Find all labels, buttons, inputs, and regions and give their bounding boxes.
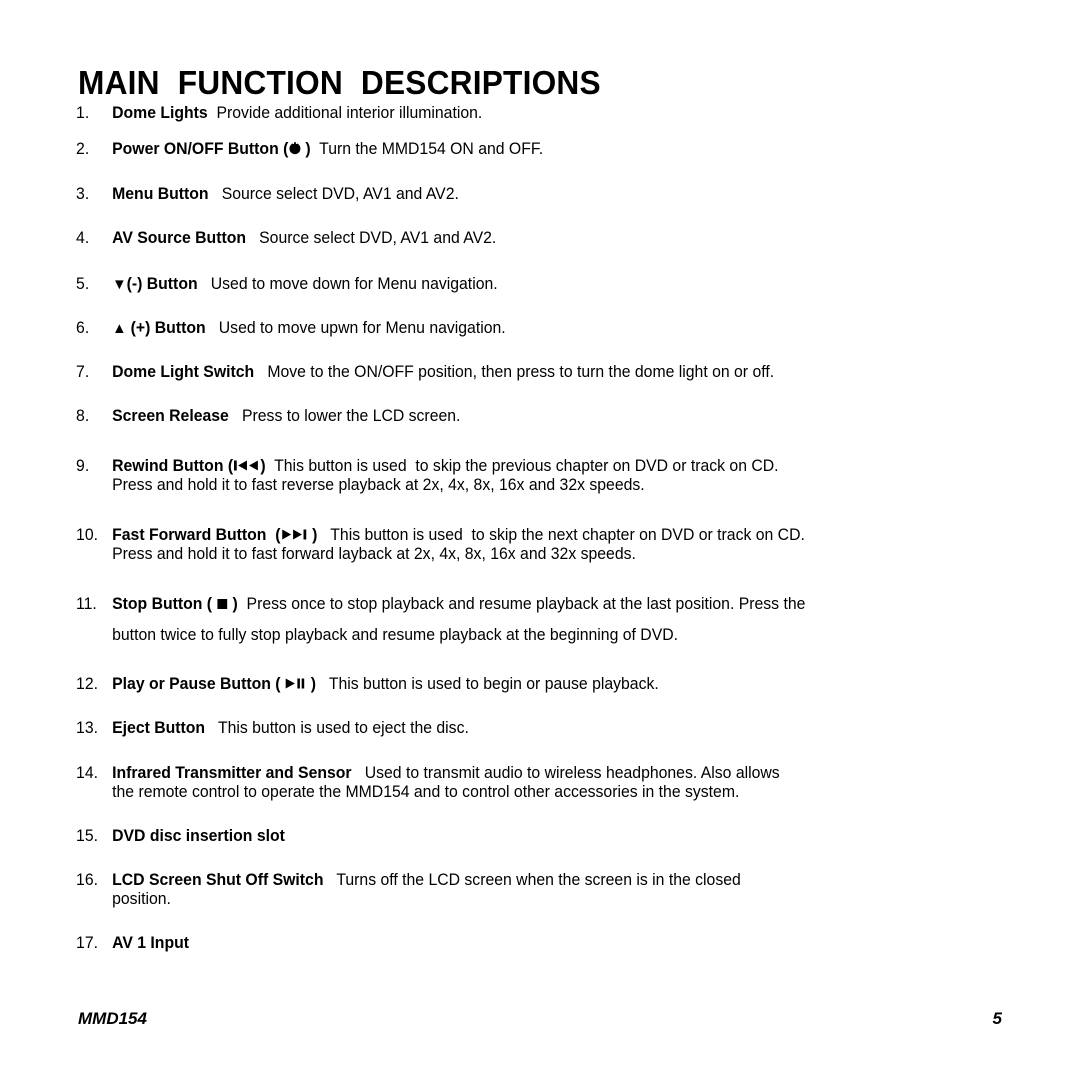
list-item: 4. AV Source Button Source select DVD, A… [0,229,1053,248]
rewind-icon [233,457,260,476]
list-item-label-after: ) [301,140,311,158]
list-item-label: Infrared Transmitter and Sensor [112,764,352,782]
list-item-label: AV 1 Input [112,934,189,952]
list-item: 14. Infrared Transmitter and Sensor Used… [0,764,1053,802]
list-item-number: 15. [76,827,99,845]
fast-forward-icon [280,526,307,545]
list-item-continuation: position. [112,890,171,908]
list-item-description: This button is used to skip the next cha… [317,526,805,544]
function-descriptions-list: 1. Dome Lights Provide additional interi… [0,104,1080,953]
list-item: 15. DVD disc insertion slot [0,827,1053,846]
list-item-description: Turn the MMD154 ON and OFF. [310,140,544,158]
list-item-continuation: button twice to fully stop playback and … [112,626,679,644]
page-title: MAIN FUNCTION DESCRIPTIONS [78,64,601,101]
triangle-up-icon: ▲ [112,320,131,337]
list-item: 1. Dome Lights Provide additional interi… [0,104,1053,123]
list-item-label: Power ON/OFF Button ( [112,140,289,158]
page-footer: MMD154 5 [78,1009,1002,1029]
power-icon [288,140,301,159]
list-item: 10. Fast Forward Button ( ) This button … [0,526,1053,564]
list-item-description: Source select DVD, AV1 and AV2. [208,185,459,203]
list-item-label: Stop Button ( [112,595,217,613]
list-item-label: Dome Lights [112,104,208,122]
list-item-number: 4. [76,229,90,247]
list-item-number: 14. [76,764,99,782]
list-item-description: Source select DVD, AV1 and AV2. [245,229,497,247]
document-page: MAIN FUNCTION DESCRIPTIONS 1. Dome Light… [0,0,1080,1080]
triangle-down-icon: ▼ [112,276,127,293]
list-item-label: (+) Button [130,319,206,337]
footer-page-number: 5 [992,1009,1002,1028]
list-item-description: Used to move upwn for Menu navigation. [205,319,506,337]
list-item-label: Fast Forward Button [112,526,276,544]
list-item-description: Move to the ON/OFF position, then press … [254,363,775,381]
list-item-continuation: Press and hold it to fast forward laybac… [112,545,636,563]
list-item-number: 5. [76,275,90,293]
list-item-number: 6. [76,319,90,337]
list-item-description: Used to transmit audio to wireless headp… [351,764,780,782]
list-item: 6. ▲ (+) Button Used to move upwn for Me… [0,319,1053,338]
list-item-number: 1. [76,104,90,122]
stop-icon [216,595,228,614]
list-item-number: 3. [76,185,90,203]
play-pause-icon [285,675,306,694]
list-item-label: Dome Light Switch [112,363,255,381]
list-item-description: This button is used to eject the disc. [205,719,469,737]
list-item: 3. Menu Button Source select DVD, AV1 an… [0,185,1053,204]
list-item-number: 11. [76,595,97,613]
list-item-label-after: ) [228,595,238,613]
list-item-label: LCD Screen Shut Off Switch [112,871,324,889]
list-item: 13. Eject Button This button is used to … [0,719,1053,738]
list-item-description: Turns off the LCD screen when the screen… [323,871,741,889]
list-item-description: This button is used to begin or pause pl… [315,675,659,693]
list-item-number: 7. [76,363,90,381]
list-item: 9. Rewind Button () This button is used … [0,457,1053,495]
list-item-continuation: the remote control to operate the MMD154… [112,783,740,801]
list-item-label: Eject Button [112,719,206,737]
list-item-label: DVD disc insertion slot [112,827,285,845]
list-item-number: 17. [76,934,99,952]
list-item: 17. AV 1 Input [0,934,1053,953]
list-item-number: 9. [76,457,90,475]
paren-close: ) [307,526,318,544]
list-item-number: 2. [76,140,90,158]
list-item: 12. Play or Pause Button ( ) This button… [0,675,1053,694]
list-item-description: Provide additional interior illumination… [207,104,483,122]
list-item-number: 12. [76,675,99,693]
list-item-description: Used to move down for Menu navigation. [197,275,498,293]
list-item-label: Screen Release [112,407,229,425]
list-item-number: 16. [76,871,99,889]
list-item: 11. Stop Button ( ) Press once to stop p… [0,595,1053,645]
list-item-continuation: Press and hold it to fast reverse playba… [112,476,645,494]
list-item-label: AV Source Button [112,229,246,247]
list-item-label: Menu Button [112,185,209,203]
list-item-label-after: ) [306,675,316,693]
list-item: 5. ▼(-) Button Used to move down for Men… [0,275,1053,294]
list-item-description: This button is used to skip the previous… [265,457,779,475]
list-item-label: Rewind Button [112,457,228,475]
list-item-description: Press to lower the LCD screen. [228,407,461,425]
list-item-number: 10. [76,526,99,544]
list-item-number: 8. [76,407,90,425]
footer-model: MMD154 [78,1009,147,1028]
list-item-label: (-) Button [126,275,198,293]
list-item-description: Press once to stop playback and resume p… [237,595,806,613]
list-item-label: Play or Pause Button ( [112,675,285,693]
list-item: 16. LCD Screen Shut Off Switch Turns off… [0,871,1053,909]
list-item: 2. Power ON/OFF Button ( ) Turn the MMD1… [0,140,1053,159]
list-item: 7. Dome Light Switch Move to the ON/OFF … [0,363,1053,382]
list-item: 8. Screen Release Press to lower the LCD… [0,407,1053,426]
list-item-number: 13. [76,719,99,737]
